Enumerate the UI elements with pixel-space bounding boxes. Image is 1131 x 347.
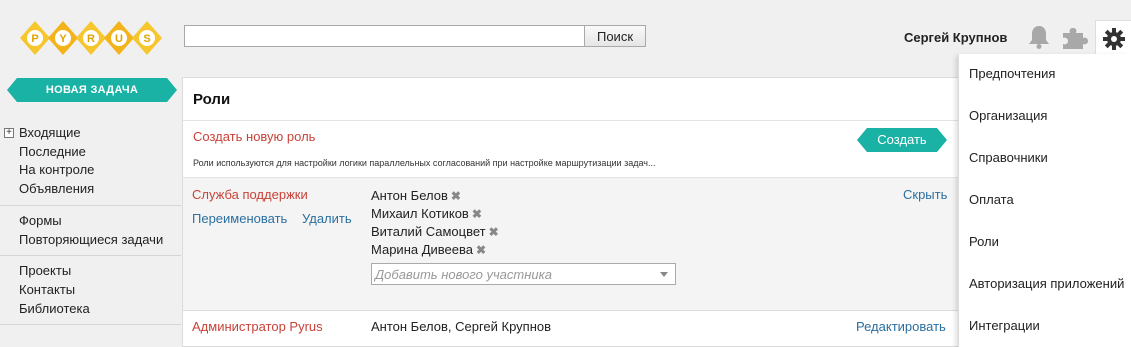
sidebar-item-projects[interactable]: Проекты [19,262,181,281]
bell-icon[interactable] [1028,24,1050,50]
settings-button[interactable] [1095,20,1131,56]
gear-icon [1103,28,1125,50]
sidebar-item-recent[interactable]: Последние [19,143,181,162]
search-button[interactable]: Поиск [584,25,646,47]
role-member: Марина Дивеева ✖ [371,242,487,257]
roles-panel: Роли Создать новую роль Создать Роли исп… [182,77,959,347]
remove-member-icon[interactable]: ✖ [476,243,486,257]
user-name[interactable]: Сергей Крупнов [904,30,1007,45]
sidebar-item-forms[interactable]: Формы [19,212,181,231]
role-name: Служба поддержки [192,187,308,202]
pyrus-logo[interactable]: PYRUS [20,16,162,64]
remove-member-icon[interactable]: ✖ [489,225,499,239]
logo-letter: S [143,33,150,45]
delete-role-link[interactable]: Удалить [302,211,352,226]
logo-letter: U [115,33,123,45]
role-member: Михаил Котиков ✖ [371,206,482,221]
logo-letter: P [31,33,38,45]
create-role-button[interactable]: Создать [857,128,947,152]
role-members-list: Антон Белов ✖ Михаил Котиков ✖ Виталий Сам… [371,187,499,259]
sidebar-group-projects: Проекты Контакты Библиотека [0,256,181,326]
sidebar-item-recurring-tasks[interactable]: Повторяющиеся задачи [19,231,181,250]
sidebar-item-inbox[interactable]: + Входящие [4,124,181,143]
chevron-down-icon [660,272,668,277]
expand-icon[interactable]: + [4,128,14,138]
logo-letter: R [87,33,95,45]
menu-item-billing[interactable]: Оплата [969,192,1014,207]
menu-item-catalogs[interactable]: Справочники [969,150,1048,165]
remove-member-icon[interactable]: ✖ [451,189,461,203]
sidebar-item-library[interactable]: Библиотека [19,300,181,319]
sidebar-item-label: Входящие [19,125,81,140]
rename-role-link[interactable]: Переименовать [192,211,287,226]
search-input[interactable] [184,25,585,47]
role-members-text: Антон Белов, Сергей Крупнов [371,319,552,334]
sidebar-item-announcements[interactable]: Объявления [19,180,181,199]
role-card-support: Служба поддержки Переименовать Удалить А… [183,178,959,310]
create-role-button-label: Создать [877,132,927,147]
role-name: Администратор Pyrus [192,319,323,334]
new-task-button[interactable]: НОВАЯ ЗАДАЧА [7,78,177,102]
menu-item-preferences[interactable]: Предпочтения [969,66,1055,81]
edit-role-link[interactable]: Редактировать [856,319,946,334]
menu-item-integrations[interactable]: Интеграции [969,318,1040,333]
create-role-title[interactable]: Создать новую роль [193,129,315,144]
logo-letter: Y [59,33,67,45]
sidebar-group-forms: Формы Повторяющиеся задачи [0,206,181,257]
new-task-label: НОВАЯ ЗАДАЧА [45,84,139,96]
role-member: Антон Белов ✖ [371,188,461,203]
remove-member-icon[interactable]: ✖ [472,207,482,221]
settings-menu: Предпочтения Организация Справочники Опл… [958,54,1131,347]
menu-item-roles[interactable]: Роли [969,234,999,249]
page-title: Роли [193,91,231,108]
sidebar-item-contacts[interactable]: Контакты [19,281,181,300]
add-member-select[interactable]: Добавить нового участника [371,263,676,285]
sidebar-item-watched[interactable]: На контроле [19,161,181,180]
sidebar: + Входящие Последние На контроле Объявле… [0,118,181,326]
puzzle-icon[interactable] [1061,25,1089,51]
create-role-description: Роли используются для настройки логики п… [193,158,656,168]
add-member-placeholder: Добавить нового участника [375,267,552,282]
menu-item-app-authorization[interactable]: Авторизация приложений [969,276,1124,291]
divider [183,310,959,311]
hide-role-link[interactable]: Скрыть [903,187,947,202]
role-member: Виталий Самоцвет ✖ [371,224,499,239]
menu-item-organization[interactable]: Организация [969,108,1047,123]
divider [183,120,959,121]
sidebar-group-tasks: + Входящие Последние На контроле Объявле… [0,118,181,206]
